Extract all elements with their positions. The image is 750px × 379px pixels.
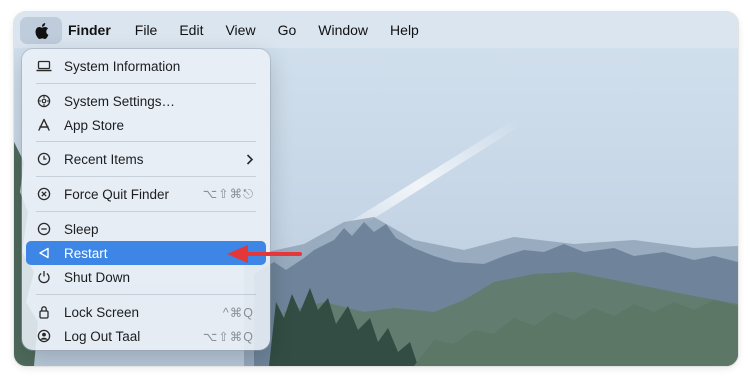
apple-menu-dropdown: System Information System Settings… App … <box>22 49 270 350</box>
menu-separator <box>36 211 256 212</box>
laptop-icon <box>36 58 52 74</box>
menu-item-label: Lock Screen <box>64 304 140 320</box>
settings-gear-icon <box>36 93 52 109</box>
menubar-item-go[interactable]: Go <box>278 22 297 38</box>
menu-separator <box>36 176 256 177</box>
menu-item-label: Recent Items <box>64 151 144 167</box>
user-icon <box>36 328 52 344</box>
app-store-icon <box>36 117 52 133</box>
menu-item-label: Force Quit Finder <box>64 186 170 202</box>
sleep-icon <box>36 221 52 237</box>
menubar-item-window[interactable]: Window <box>318 22 368 38</box>
annotation-arrow-icon <box>227 245 302 263</box>
lock-icon <box>36 304 52 320</box>
menu-separator <box>36 294 256 295</box>
menubar-item-edit[interactable]: Edit <box>179 22 203 38</box>
restart-icon <box>36 245 52 261</box>
chevron-right-icon <box>246 153 254 165</box>
menubar-item-view[interactable]: View <box>225 22 255 38</box>
menu-item-log-out[interactable]: Log Out Taal ⌥⇧⌘Q <box>26 324 266 348</box>
menu-separator <box>36 83 256 84</box>
menu-separator <box>36 141 256 142</box>
menu-item-app-store[interactable]: App Store <box>26 113 266 137</box>
apple-logo-icon <box>35 22 48 39</box>
menu-item-label: App Store <box>64 117 125 133</box>
menu-item-force-quit[interactable]: Force Quit Finder ⌥⇧⌘⎋ <box>26 182 266 206</box>
menu-item-label: Log Out Taal <box>64 328 141 344</box>
keyboard-shortcut: ⌥⇧⌘⎋ <box>202 187 254 201</box>
menu-item-label: System Information <box>64 58 181 74</box>
force-quit-icon <box>36 186 52 202</box>
desktop-screen: Finder File Edit View Go Window Help Sys… <box>14 12 738 366</box>
menubar-item-file[interactable]: File <box>135 22 158 38</box>
menu-item-label: Shut Down <box>64 269 131 285</box>
menubar-item-help[interactable]: Help <box>390 22 419 38</box>
menu-item-label: Sleep <box>64 221 99 237</box>
menu-item-shut-down[interactable]: Shut Down <box>26 265 266 289</box>
keyboard-shortcut: ^⌘Q <box>222 305 254 320</box>
menu-item-sleep[interactable]: Sleep <box>26 217 266 241</box>
apple-menu-button[interactable] <box>20 17 62 44</box>
menu-item-lock-screen[interactable]: Lock Screen ^⌘Q <box>26 300 266 324</box>
keyboard-shortcut: ⌥⇧⌘Q <box>202 329 254 344</box>
menu-item-recent-items[interactable]: Recent Items <box>26 147 266 171</box>
menu-bar: Finder File Edit View Go Window Help <box>14 12 738 48</box>
menu-item-system-settings[interactable]: System Settings… <box>26 89 266 113</box>
menu-item-label: System Settings… <box>64 93 176 109</box>
menu-item-system-information[interactable]: System Information <box>26 54 266 78</box>
menubar-item-finder[interactable]: Finder <box>68 22 111 38</box>
clock-icon <box>36 151 52 167</box>
power-icon <box>36 269 52 285</box>
